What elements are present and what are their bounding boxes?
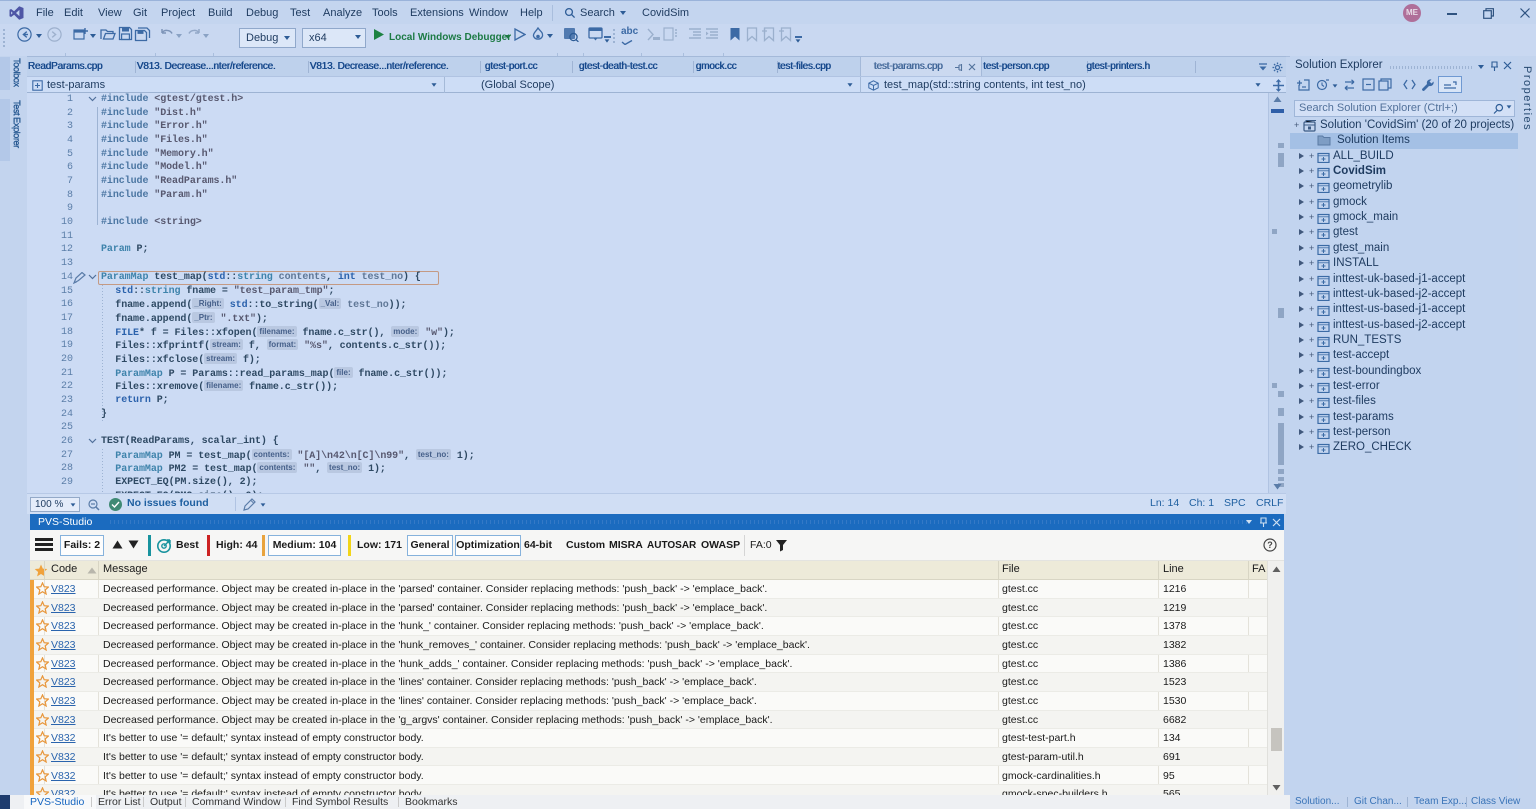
svg-text:?: ? <box>1267 540 1273 550</box>
